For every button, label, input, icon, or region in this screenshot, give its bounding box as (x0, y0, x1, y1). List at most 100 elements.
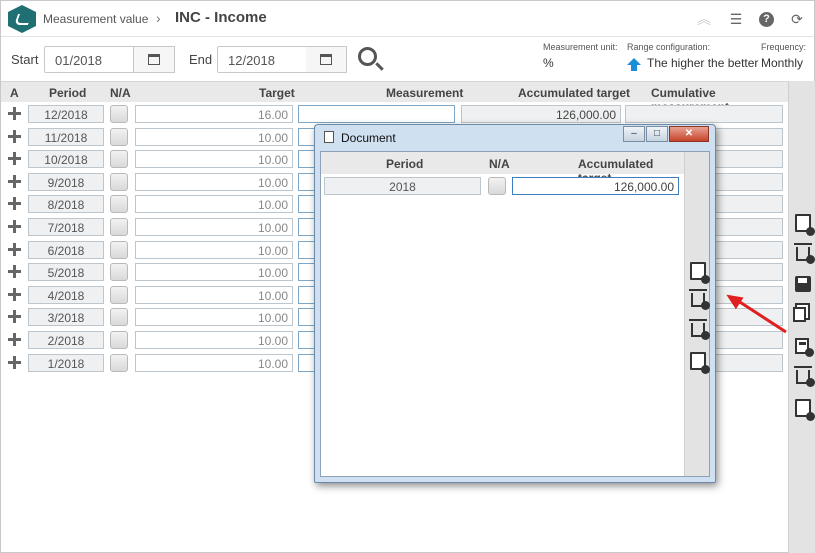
period-cell: 12/2018 (28, 105, 104, 123)
document-icon[interactable] (795, 399, 815, 421)
na-checkbox[interactable] (110, 353, 128, 372)
help-icon[interactable]: ? (759, 11, 774, 27)
right-toolbar (788, 81, 815, 553)
na-checkbox[interactable] (110, 172, 128, 191)
save-icon[interactable] (795, 276, 811, 292)
copy-icon[interactable] (793, 307, 806, 322)
start-label: Start (11, 52, 39, 67)
add-icon[interactable] (8, 310, 21, 324)
measurement-input[interactable] (298, 105, 455, 123)
dialog-na-checkbox[interactable] (488, 177, 506, 195)
target-input[interactable]: 10.00 (135, 150, 293, 169)
dialog-body: Period N/A Accumulated target 2018 126,0… (320, 151, 710, 477)
na-checkbox[interactable] (110, 331, 128, 349)
chevron-up-icon[interactable]: ︽ (695, 10, 713, 28)
period-cell: 1/2018 (28, 353, 104, 372)
page-title: INC - Income (175, 9, 267, 26)
window-controls: – □ ✕ (622, 126, 709, 142)
target-input[interactable]: 10.00 (135, 263, 293, 282)
target-input[interactable]: 16.00 (135, 105, 293, 123)
period-cell: 9/2018 (28, 172, 104, 191)
add-icon[interactable] (8, 265, 21, 279)
refresh-icon[interactable]: ⟳ (788, 10, 806, 28)
close-button[interactable]: ✕ (669, 126, 709, 142)
list-icon[interactable]: ☰ (727, 10, 745, 28)
delete-icon[interactable] (794, 243, 815, 264)
na-checkbox[interactable] (110, 105, 128, 123)
dialog-accumulated-target-input[interactable]: 126,000.00 (512, 177, 679, 195)
na-checkbox[interactable] (110, 240, 128, 259)
frequency-label: Frequency: (761, 42, 807, 52)
measurement-value-page: Measurement value › INC - Income ︽ ☰ ? ⟳… (0, 0, 815, 553)
measurement-unit-label: Measurement unit: (543, 42, 618, 52)
delete-icon[interactable] (689, 289, 710, 310)
target-input[interactable]: 10.00 (135, 308, 293, 327)
target-input[interactable]: 10.00 (135, 285, 293, 304)
dialog-period-cell: 2018 (324, 177, 481, 195)
range-configuration: Range configuration: The higher the bett… (627, 42, 759, 71)
target-input[interactable]: 10.00 (135, 218, 293, 236)
na-checkbox[interactable] (110, 218, 128, 236)
maximize-button[interactable]: □ (646, 126, 668, 142)
add-icon[interactable] (8, 355, 21, 369)
add-icon[interactable] (8, 152, 21, 166)
add-icon[interactable] (8, 174, 21, 188)
table-row: 12/2018 16.00 126,000.00 (1, 104, 788, 126)
dialog-column-period: Period (386, 157, 424, 171)
end-calendar-button[interactable] (306, 46, 347, 73)
header: Measurement value › INC - Income ︽ ☰ ? ⟳ (1, 1, 814, 37)
app-logo-icon[interactable] (8, 5, 36, 33)
breadcrumb[interactable]: Measurement value (43, 12, 148, 26)
filter-bar: Start 01/2018 End 12/2018 Measurement un… (1, 38, 814, 80)
accumulated-target-cell[interactable]: 126,000.00 (461, 105, 621, 123)
period-cell: 7/2018 (28, 218, 104, 236)
add-icon[interactable] (8, 107, 21, 120)
start-calendar-button[interactable] (134, 46, 175, 73)
na-checkbox[interactable] (110, 127, 128, 146)
na-checkbox[interactable] (110, 263, 128, 282)
measurement-unit-value: % (543, 56, 554, 70)
start-period-input[interactable]: 01/2018 (44, 46, 134, 73)
target-input[interactable]: 10.00 (135, 127, 293, 146)
document-dialog: Document – □ ✕ Period N/A Accumulated ta… (314, 124, 716, 483)
na-checkbox[interactable] (110, 195, 128, 214)
range-configuration-value: The higher the better (647, 56, 759, 70)
minimize-button[interactable]: – (623, 126, 645, 142)
new-document-icon[interactable] (795, 214, 815, 236)
target-input[interactable]: 10.00 (135, 240, 293, 259)
new-document-icon[interactable] (690, 262, 710, 284)
add-icon[interactable] (8, 197, 21, 211)
document-icon (324, 131, 334, 143)
frequency: Frequency: Monthly (761, 42, 806, 70)
document-icon[interactable] (690, 352, 710, 374)
target-input[interactable]: 10.00 (135, 331, 293, 349)
end-period-input[interactable]: 12/2018 (217, 46, 307, 73)
cumulative-measurement-cell (625, 105, 783, 123)
target-input[interactable]: 10.00 (135, 172, 293, 191)
period-cell: 3/2018 (28, 308, 104, 327)
add-icon[interactable] (8, 129, 21, 143)
delete-icon[interactable] (794, 366, 815, 387)
add-icon[interactable] (8, 287, 21, 301)
calendar-icon (148, 54, 160, 65)
calculate-icon[interactable] (795, 338, 814, 357)
period-cell: 11/2018 (28, 127, 104, 146)
add-icon[interactable] (8, 242, 21, 256)
na-checkbox[interactable] (110, 285, 128, 304)
measurement-unit: Measurement unit: % (543, 42, 618, 70)
add-icon[interactable] (8, 333, 21, 346)
na-checkbox[interactable] (110, 150, 128, 169)
column-header-period: Period (49, 86, 87, 100)
dialog-table-header: Period N/A Accumulated target (321, 152, 684, 185)
na-checkbox[interactable] (110, 308, 128, 327)
range-configuration-label: Range configuration: (627, 42, 711, 52)
search-icon[interactable] (358, 47, 377, 66)
column-header-accumulated-target: Accumulated target (518, 86, 631, 100)
end-label: End (189, 52, 213, 67)
period-cell: 4/2018 (28, 285, 104, 304)
target-input[interactable]: 10.00 (135, 195, 293, 214)
column-header-target: Target (259, 86, 295, 100)
delete-icon[interactable] (689, 319, 710, 340)
target-input[interactable]: 10.00 (135, 353, 293, 372)
add-icon[interactable] (8, 220, 21, 233)
